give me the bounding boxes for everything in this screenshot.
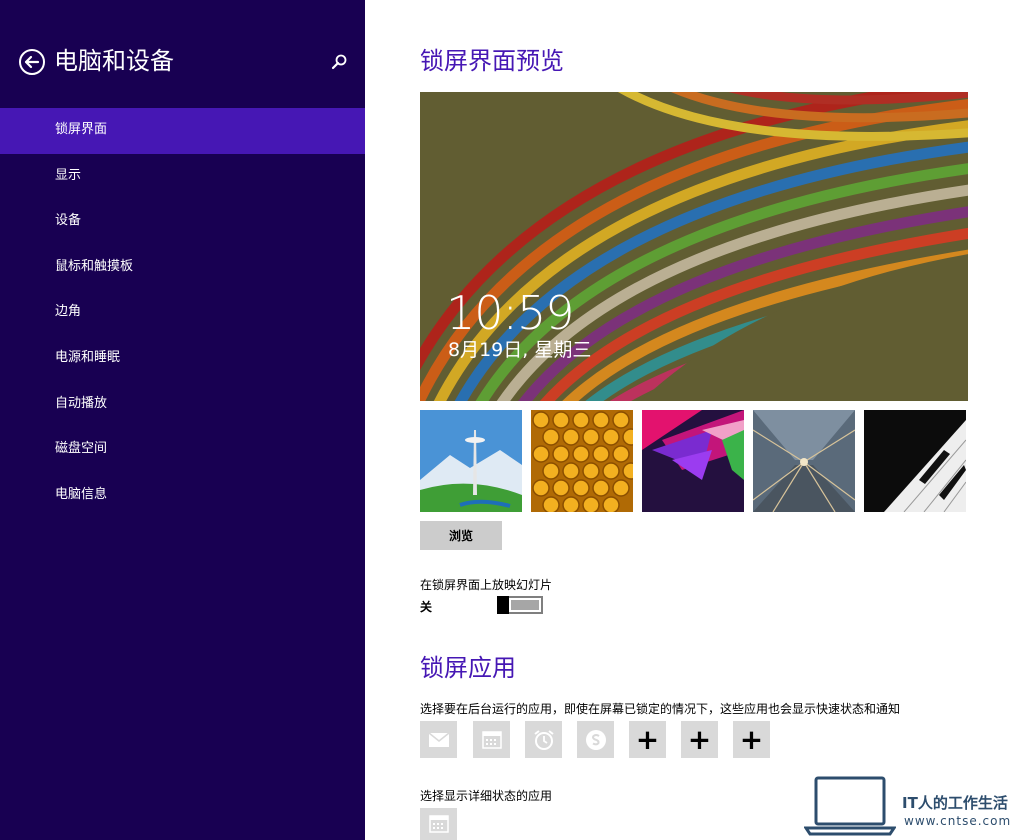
- lock-apps-title: 锁屏应用: [420, 654, 516, 682]
- wallpaper-thumb-tunnel[interactable]: [753, 410, 855, 512]
- sidebar-header: 电脑和设备: [18, 46, 348, 78]
- sidebar-item-devices[interactable]: 设备: [0, 199, 365, 245]
- plus-icon: +: [739, 723, 764, 756]
- slideshow-toggle[interactable]: [497, 596, 543, 614]
- watermark-title: IT人的工作生活: [902, 794, 1008, 812]
- sidebar-item-corners[interactable]: 边角: [0, 290, 365, 336]
- lock-screen-preview: 10:59 8月19日, 星期三: [420, 92, 968, 401]
- calendar-icon: [481, 730, 502, 749]
- calendar-icon: [428, 815, 449, 833]
- wallpaper-thumb-honeycomb[interactable]: [531, 410, 633, 512]
- detail-status-app[interactable]: [420, 808, 457, 840]
- wallpaper-thumbnails: [420, 410, 968, 512]
- lock-app-calendar[interactable]: [473, 721, 510, 758]
- wallpaper-thumb-piano[interactable]: [864, 410, 966, 512]
- sidebar-item-mouse-touchpad[interactable]: 鼠标和触摸板: [0, 245, 365, 291]
- sidebar-item-display[interactable]: 显示: [0, 154, 365, 200]
- sidebar-item-autoplay[interactable]: 自动播放: [0, 382, 365, 428]
- browse-button[interactable]: 浏览: [420, 521, 502, 550]
- sidebar-nav: 锁屏界面 显示 设备 鼠标和触摸板 边角 电源和睡眠 自动播放 磁盘空间 电脑信…: [0, 108, 365, 518]
- detail-status-label: 选择显示详细状态的应用: [420, 789, 553, 803]
- toggle-knob: [497, 596, 509, 614]
- wallpaper-thumb-geometric[interactable]: [642, 410, 744, 512]
- lock-app-add-3[interactable]: +: [733, 721, 770, 758]
- preview-title: 锁屏界面预览: [420, 47, 564, 75]
- mail-icon: [428, 731, 449, 747]
- lock-app-add-2[interactable]: +: [681, 721, 718, 758]
- preview-date: 8月19日, 星期三: [448, 339, 592, 361]
- lock-app-add-1[interactable]: +: [629, 721, 666, 758]
- lock-app-alarm[interactable]: [525, 721, 562, 758]
- sidebar-item-pc-info[interactable]: 电脑信息: [0, 473, 365, 519]
- slideshow-label: 在锁屏界面上放映幻灯片: [420, 578, 553, 592]
- slideshow-state: 关: [420, 600, 433, 614]
- lock-app-skype[interactable]: [577, 721, 614, 758]
- search-icon[interactable]: [330, 52, 350, 72]
- toggle-track: [511, 600, 539, 610]
- wallpaper-thumb-space-needle[interactable]: [420, 410, 522, 512]
- plus-icon: +: [687, 723, 712, 756]
- sidebar-item-disk-space[interactable]: 磁盘空间: [0, 427, 365, 473]
- preview-clock: 10:59: [446, 286, 575, 340]
- skype-icon: [585, 729, 606, 750]
- watermark-url: www.cntse.com: [904, 814, 1012, 828]
- laptop-icon: [804, 776, 896, 836]
- alarm-icon: [533, 729, 554, 750]
- sidebar-item-power-sleep[interactable]: 电源和睡眠: [0, 336, 365, 382]
- sidebar-item-lock-screen[interactable]: 锁屏界面: [0, 108, 365, 154]
- sidebar-title: 电脑和设备: [54, 47, 174, 75]
- lock-apps-description: 选择要在后台运行的应用，即使在屏幕已锁定的情况下，这些应用也会显示快速状态和通知: [420, 702, 901, 716]
- sidebar: 电脑和设备 锁屏界面 显示 设备 鼠标和触摸板 边角 电源和睡眠 自动播放 磁盘…: [0, 0, 365, 840]
- plus-icon: +: [635, 723, 660, 756]
- back-arrow-icon[interactable]: [18, 48, 46, 76]
- main-content: 锁屏界面预览 10:59 8月19日, 星期三 浏览 在锁屏界面上放映幻灯片 关…: [420, 0, 1024, 840]
- lock-app-mail[interactable]: [420, 721, 457, 758]
- watermark: IT人的工作生活 www.cntse.com: [800, 774, 1024, 840]
